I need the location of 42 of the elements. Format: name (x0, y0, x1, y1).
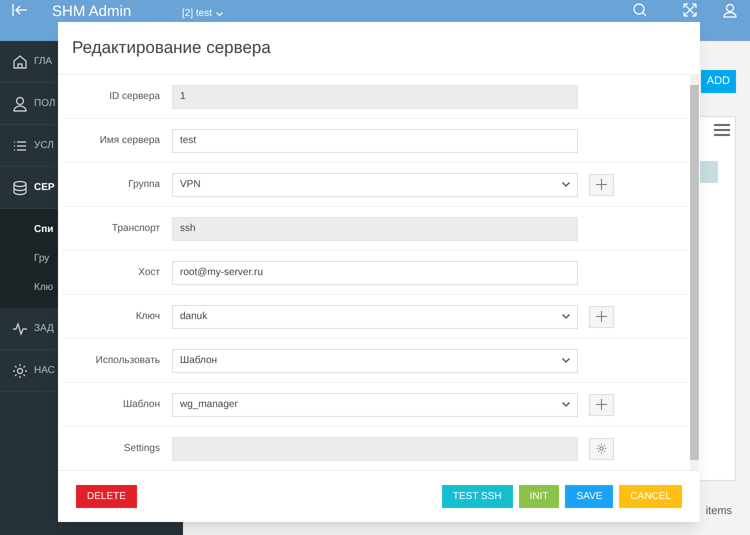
select-field[interactable]: wg_manager (172, 392, 578, 416)
add-button[interactable] (589, 394, 614, 416)
field-label: Использовать (94, 354, 160, 368)
scrollbar[interactable] (690, 75, 699, 470)
gear-icon (12, 362, 28, 378)
plus-icon (596, 311, 607, 322)
input-field[interactable]: 1 (172, 84, 578, 108)
field-label: Группа (127, 178, 160, 192)
gear-icon (596, 443, 607, 454)
pulse-icon (12, 320, 28, 336)
caret-icon (562, 402, 570, 407)
field-label: Шаблон (122, 398, 160, 412)
input-field[interactable] (172, 436, 578, 460)
action-button[interactable]: DELETE (76, 485, 137, 508)
add-button[interactable] (589, 174, 614, 196)
field-label: Settings (122, 442, 160, 456)
database-icon (12, 180, 28, 196)
dialog-title: Редактирование сервера (72, 37, 271, 60)
input-field[interactable]: ssh (172, 216, 578, 240)
add-button[interactable] (589, 306, 614, 328)
field-label: Имя сервера (98, 134, 160, 148)
caret-icon (562, 182, 570, 187)
select-field[interactable]: danuk (172, 304, 578, 328)
field-label: Хост (137, 266, 160, 280)
items-count: items (706, 504, 732, 519)
columns-menu-icon[interactable] (714, 124, 730, 136)
caret-icon (216, 12, 224, 16)
plus-icon (596, 179, 607, 190)
app-title: SHM Admin (52, 3, 132, 20)
field-label: Транспорт (110, 222, 160, 236)
input-field[interactable]: root@my-server.ru (172, 260, 578, 284)
field-label: ID сервера (108, 90, 160, 104)
caret-icon (562, 314, 570, 319)
select-field[interactable]: VPN (172, 172, 578, 196)
select-field[interactable]: Шаблон (172, 348, 578, 372)
caret-icon (562, 358, 570, 363)
field-label: Ключ (134, 310, 160, 324)
settings-button[interactable] (589, 438, 614, 460)
user-icon (12, 96, 28, 112)
plus-icon (596, 399, 607, 410)
input-field[interactable]: test (172, 128, 578, 152)
home-icon (12, 54, 28, 70)
